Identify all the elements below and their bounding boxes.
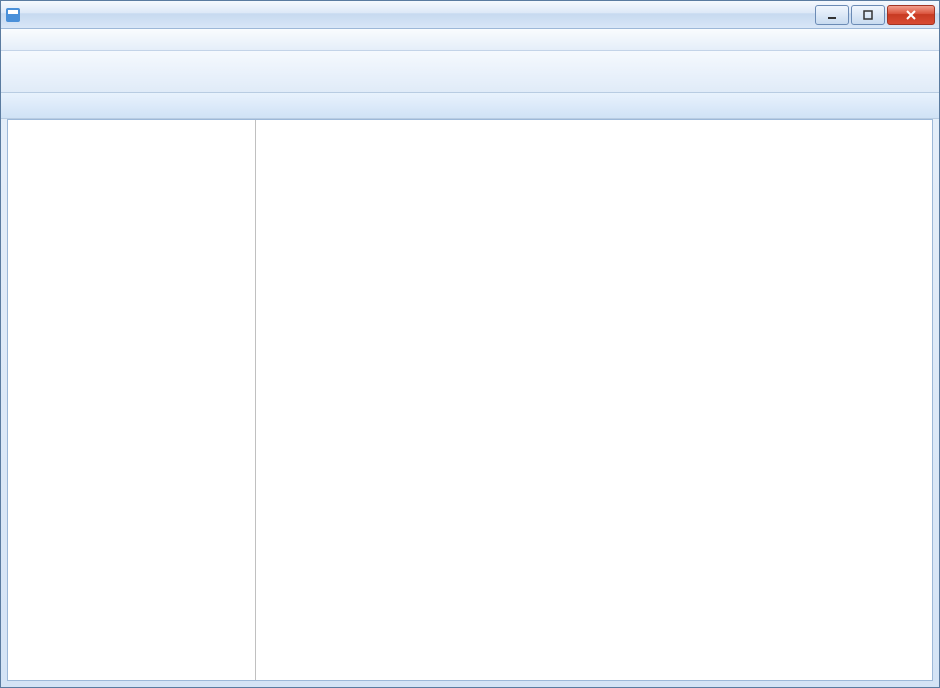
minimize-button[interactable] xyxy=(815,5,849,25)
section-banner xyxy=(1,93,939,119)
window-controls xyxy=(815,5,935,25)
tree-panel[interactable] xyxy=(8,120,256,680)
app-icon xyxy=(5,7,21,23)
menubar xyxy=(1,29,939,51)
titlebar[interactable] xyxy=(1,1,939,29)
close-button[interactable] xyxy=(887,5,935,25)
list-panel[interactable] xyxy=(256,120,932,680)
maximize-button[interactable] xyxy=(851,5,885,25)
app-window xyxy=(0,0,940,688)
content-area xyxy=(7,119,933,681)
toolbar xyxy=(1,51,939,93)
